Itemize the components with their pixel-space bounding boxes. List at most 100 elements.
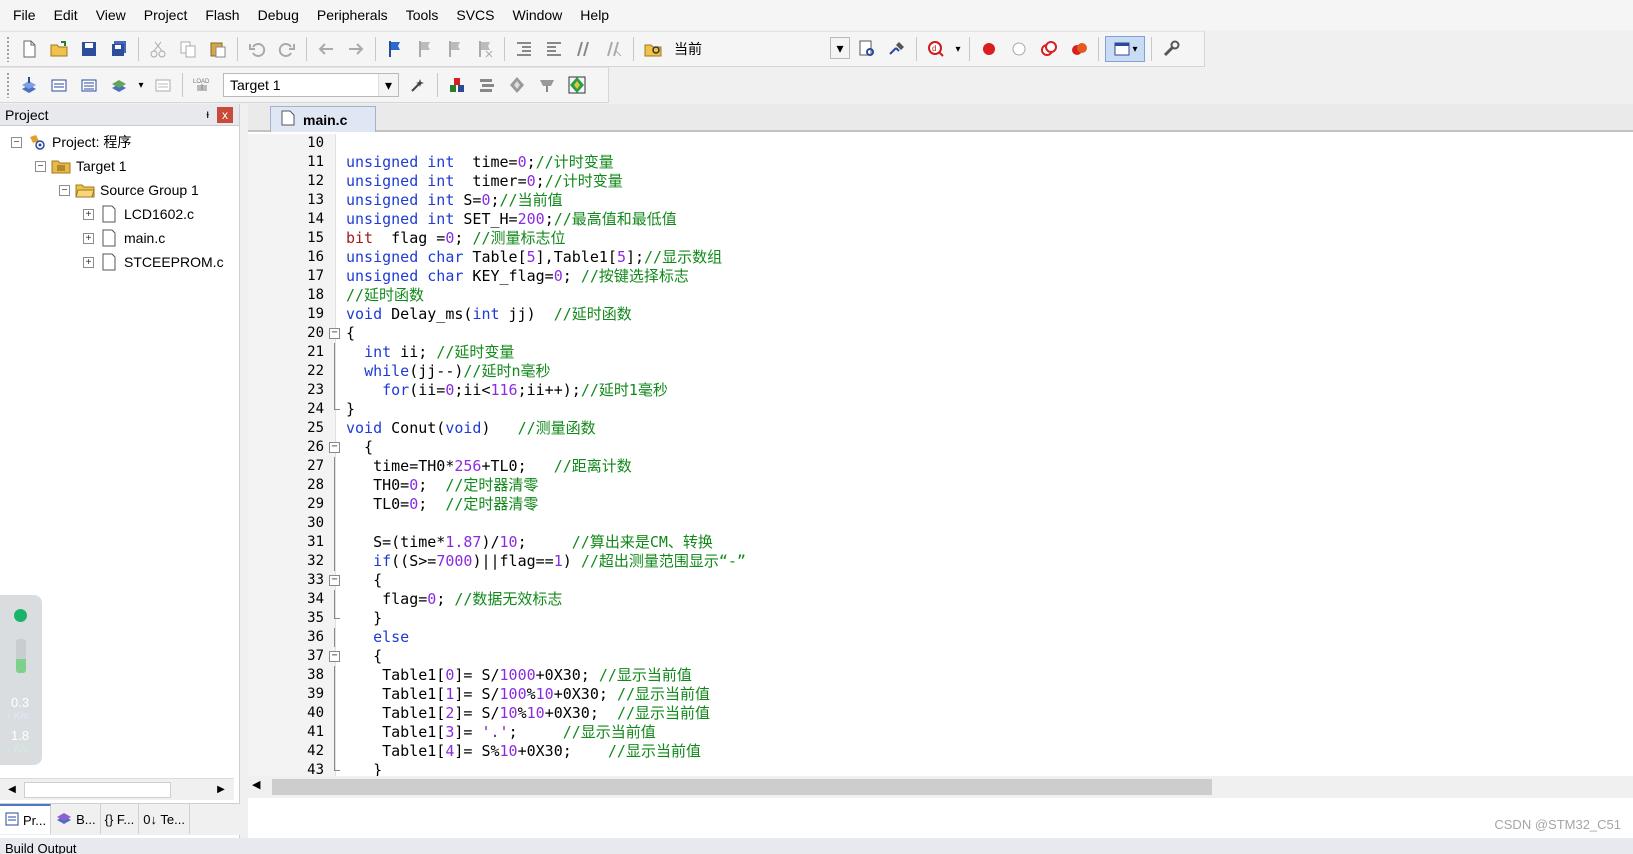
pack-installer-icon[interactable] — [504, 72, 530, 98]
tree-item-target[interactable]: − Target 1 — [35, 154, 127, 178]
code-line: 33− { — [248, 571, 1633, 590]
project-horizontal-scrollbar[interactable]: ◀ ▶ — [0, 778, 234, 800]
disable-all-breakpoints-icon[interactable] — [1036, 36, 1062, 62]
open-folder-icon[interactable] — [46, 36, 72, 62]
save-icon[interactable] — [76, 36, 102, 62]
fold-toggle[interactable]: − — [329, 571, 340, 590]
toolbar-grip[interactable] — [6, 36, 10, 62]
menu-debug[interactable]: Debug — [249, 0, 308, 30]
collapse-icon[interactable]: − — [59, 184, 70, 196]
pin-icon[interactable]: ᵻ — [206, 107, 209, 121]
tree-item-file[interactable]: + LCD1602.c — [83, 202, 194, 226]
collapse-icon[interactable]: − — [11, 136, 22, 148]
chevron-down-icon[interactable]: ▾ — [136, 72, 146, 98]
scroll-left-icon[interactable]: ◀ — [252, 778, 260, 791]
undo-icon[interactable] — [244, 36, 270, 62]
rebuild-icon[interactable] — [76, 72, 102, 98]
save-all-icon[interactable] — [106, 36, 132, 62]
tree-item-source-group[interactable]: − Source Group 1 — [59, 178, 199, 202]
menu-file[interactable]: File — [4, 0, 45, 30]
translate-icon[interactable] — [16, 72, 42, 98]
insert-breakpoint-icon[interactable] — [976, 36, 1002, 62]
paste-icon[interactable] — [205, 36, 231, 62]
batch-build-icon[interactable] — [106, 72, 132, 98]
clear-bookmarks-icon[interactable] — [472, 36, 498, 62]
chevron-down-icon[interactable]: ▾ — [953, 36, 963, 62]
cut-icon[interactable] — [145, 36, 171, 62]
expand-icon[interactable]: + — [83, 232, 94, 244]
tab-books[interactable]: B... — [51, 804, 101, 834]
tree-item-project-root[interactable]: − Project: 程序 — [11, 130, 131, 154]
target-select[interactable]: Target 1 ▾ — [223, 73, 399, 97]
menu-peripherals[interactable]: Peripherals — [308, 0, 397, 30]
fold-toggle[interactable]: − — [329, 324, 340, 343]
find-combo[interactable]: 当前 ▾ — [668, 37, 850, 61]
expand-icon[interactable]: + — [83, 208, 94, 220]
kill-all-breakpoints-icon[interactable] — [1066, 36, 1092, 62]
editor-horizontal-scrollbar[interactable]: ◀ — [248, 776, 1633, 798]
unindent-icon[interactable] — [541, 36, 567, 62]
new-file-icon[interactable] — [16, 36, 42, 62]
close-icon[interactable]: x — [217, 107, 233, 123]
navigate-forward-icon[interactable] — [343, 36, 369, 62]
scroll-right-icon[interactable]: ▶ — [212, 781, 230, 799]
menu-svcs[interactable]: SVCS — [447, 0, 503, 30]
code-area[interactable]: 10 11 unsigned int time=0;//计时变量 12 unsign… — [248, 134, 1633, 794]
tab-functions[interactable]: {} F... — [101, 804, 140, 834]
manage-project-items-icon[interactable] — [444, 72, 470, 98]
uncomment-icon[interactable] — [601, 36, 627, 62]
configure-icon[interactable] — [1158, 36, 1184, 62]
menu-edit[interactable]: Edit — [45, 0, 87, 30]
tab-project[interactable]: Pr... — [0, 804, 52, 834]
menu-project[interactable]: Project — [135, 0, 197, 30]
tree-item-file[interactable]: + main.c — [83, 226, 165, 250]
run-time-environment-icon[interactable] — [564, 72, 590, 98]
menu-flash[interactable]: Flash — [196, 0, 248, 30]
next-bookmark-icon[interactable] — [442, 36, 468, 62]
code-line: 35 } — [248, 609, 1633, 628]
stop-build-icon[interactable] — [150, 72, 176, 98]
window-layout-icon[interactable]: ▾ — [1105, 36, 1145, 62]
network-speed-widget[interactable]: 0.3 ↑ K/s 1.8 ↓ K/s — [0, 595, 42, 765]
menu-window[interactable]: Window — [504, 0, 572, 30]
chevron-down-icon[interactable]: ▾ — [830, 37, 850, 59]
code-line: 20−{ — [248, 324, 1633, 343]
tab-templates[interactable]: 0↓ Te... — [139, 804, 190, 834]
scrollbar-thumb[interactable] — [272, 779, 1212, 795]
chevron-down-icon[interactable]: ▾ — [378, 74, 398, 96]
indent-icon[interactable] — [511, 36, 537, 62]
debug-session-icon[interactable]: d — [923, 36, 949, 62]
code-line: 37− { — [248, 647, 1633, 666]
navigate-back-icon[interactable] — [313, 36, 339, 62]
copy-icon[interactable] — [175, 36, 201, 62]
fold-guide — [329, 685, 340, 704]
comment-icon[interactable] — [571, 36, 597, 62]
scroll-left-icon[interactable]: ◀ — [3, 781, 21, 799]
find-icon[interactable] — [854, 36, 880, 62]
line-number: 13 — [307, 192, 324, 208]
build-output-panel-title[interactable]: Build Output — [0, 838, 1633, 854]
prev-bookmark-icon[interactable] — [412, 36, 438, 62]
download-load-icon[interactable]: LOAD — [189, 72, 215, 98]
disable-breakpoint-icon[interactable] — [1006, 36, 1032, 62]
build-icon[interactable] — [46, 72, 72, 98]
scrollbar-thumb[interactable] — [24, 782, 171, 798]
target-options-icon[interactable] — [405, 72, 431, 98]
bookmark-icon[interactable] — [382, 36, 408, 62]
replace-icon[interactable] — [884, 36, 910, 62]
expand-icon[interactable]: + — [83, 256, 94, 268]
fold-toggle[interactable]: − — [329, 647, 340, 666]
tree-item-file[interactable]: + STCEEPROM.c — [83, 250, 224, 274]
select-packs-icon[interactable] — [474, 72, 500, 98]
software-packs-icon[interactable] — [534, 72, 560, 98]
menu-tools[interactable]: Tools — [397, 0, 448, 30]
fold-toggle[interactable]: − — [329, 438, 340, 457]
toolbar-separator — [306, 37, 307, 61]
menu-help[interactable]: Help — [571, 0, 618, 30]
find-in-files-icon[interactable] — [640, 36, 666, 62]
toolbar-grip[interactable] — [6, 72, 10, 98]
menu-view[interactable]: View — [87, 0, 135, 30]
collapse-icon[interactable]: − — [35, 160, 46, 172]
redo-icon[interactable] — [274, 36, 300, 62]
editor-tab-main-c[interactable]: main.c — [270, 106, 376, 132]
